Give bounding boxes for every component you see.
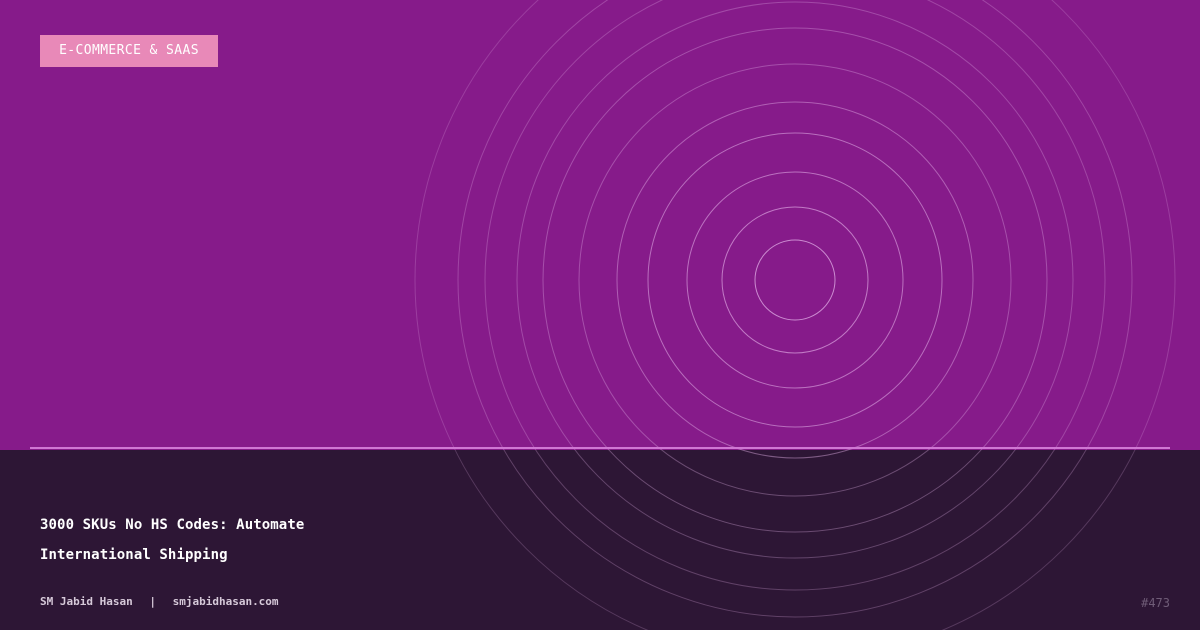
post-number: #473 xyxy=(1141,596,1170,610)
hero-panel xyxy=(0,0,1200,450)
post-title-line-1: 3000 SKUs No HS Codes: Automate xyxy=(40,517,305,533)
section-divider xyxy=(30,447,1170,449)
post-title-line-2: International Shipping xyxy=(40,547,228,563)
category-badge: E-COMMERCE & SAAS xyxy=(40,35,218,67)
byline-separator: | xyxy=(149,595,156,608)
post-title: 3000 SKUs No HS Codes: Automate Internat… xyxy=(40,510,440,570)
author-byline: SM Jabid Hasan | smjabidhasan.com xyxy=(40,595,279,609)
site-url: smjabidhasan.com xyxy=(172,595,279,608)
author-name: SM Jabid Hasan xyxy=(40,595,133,608)
